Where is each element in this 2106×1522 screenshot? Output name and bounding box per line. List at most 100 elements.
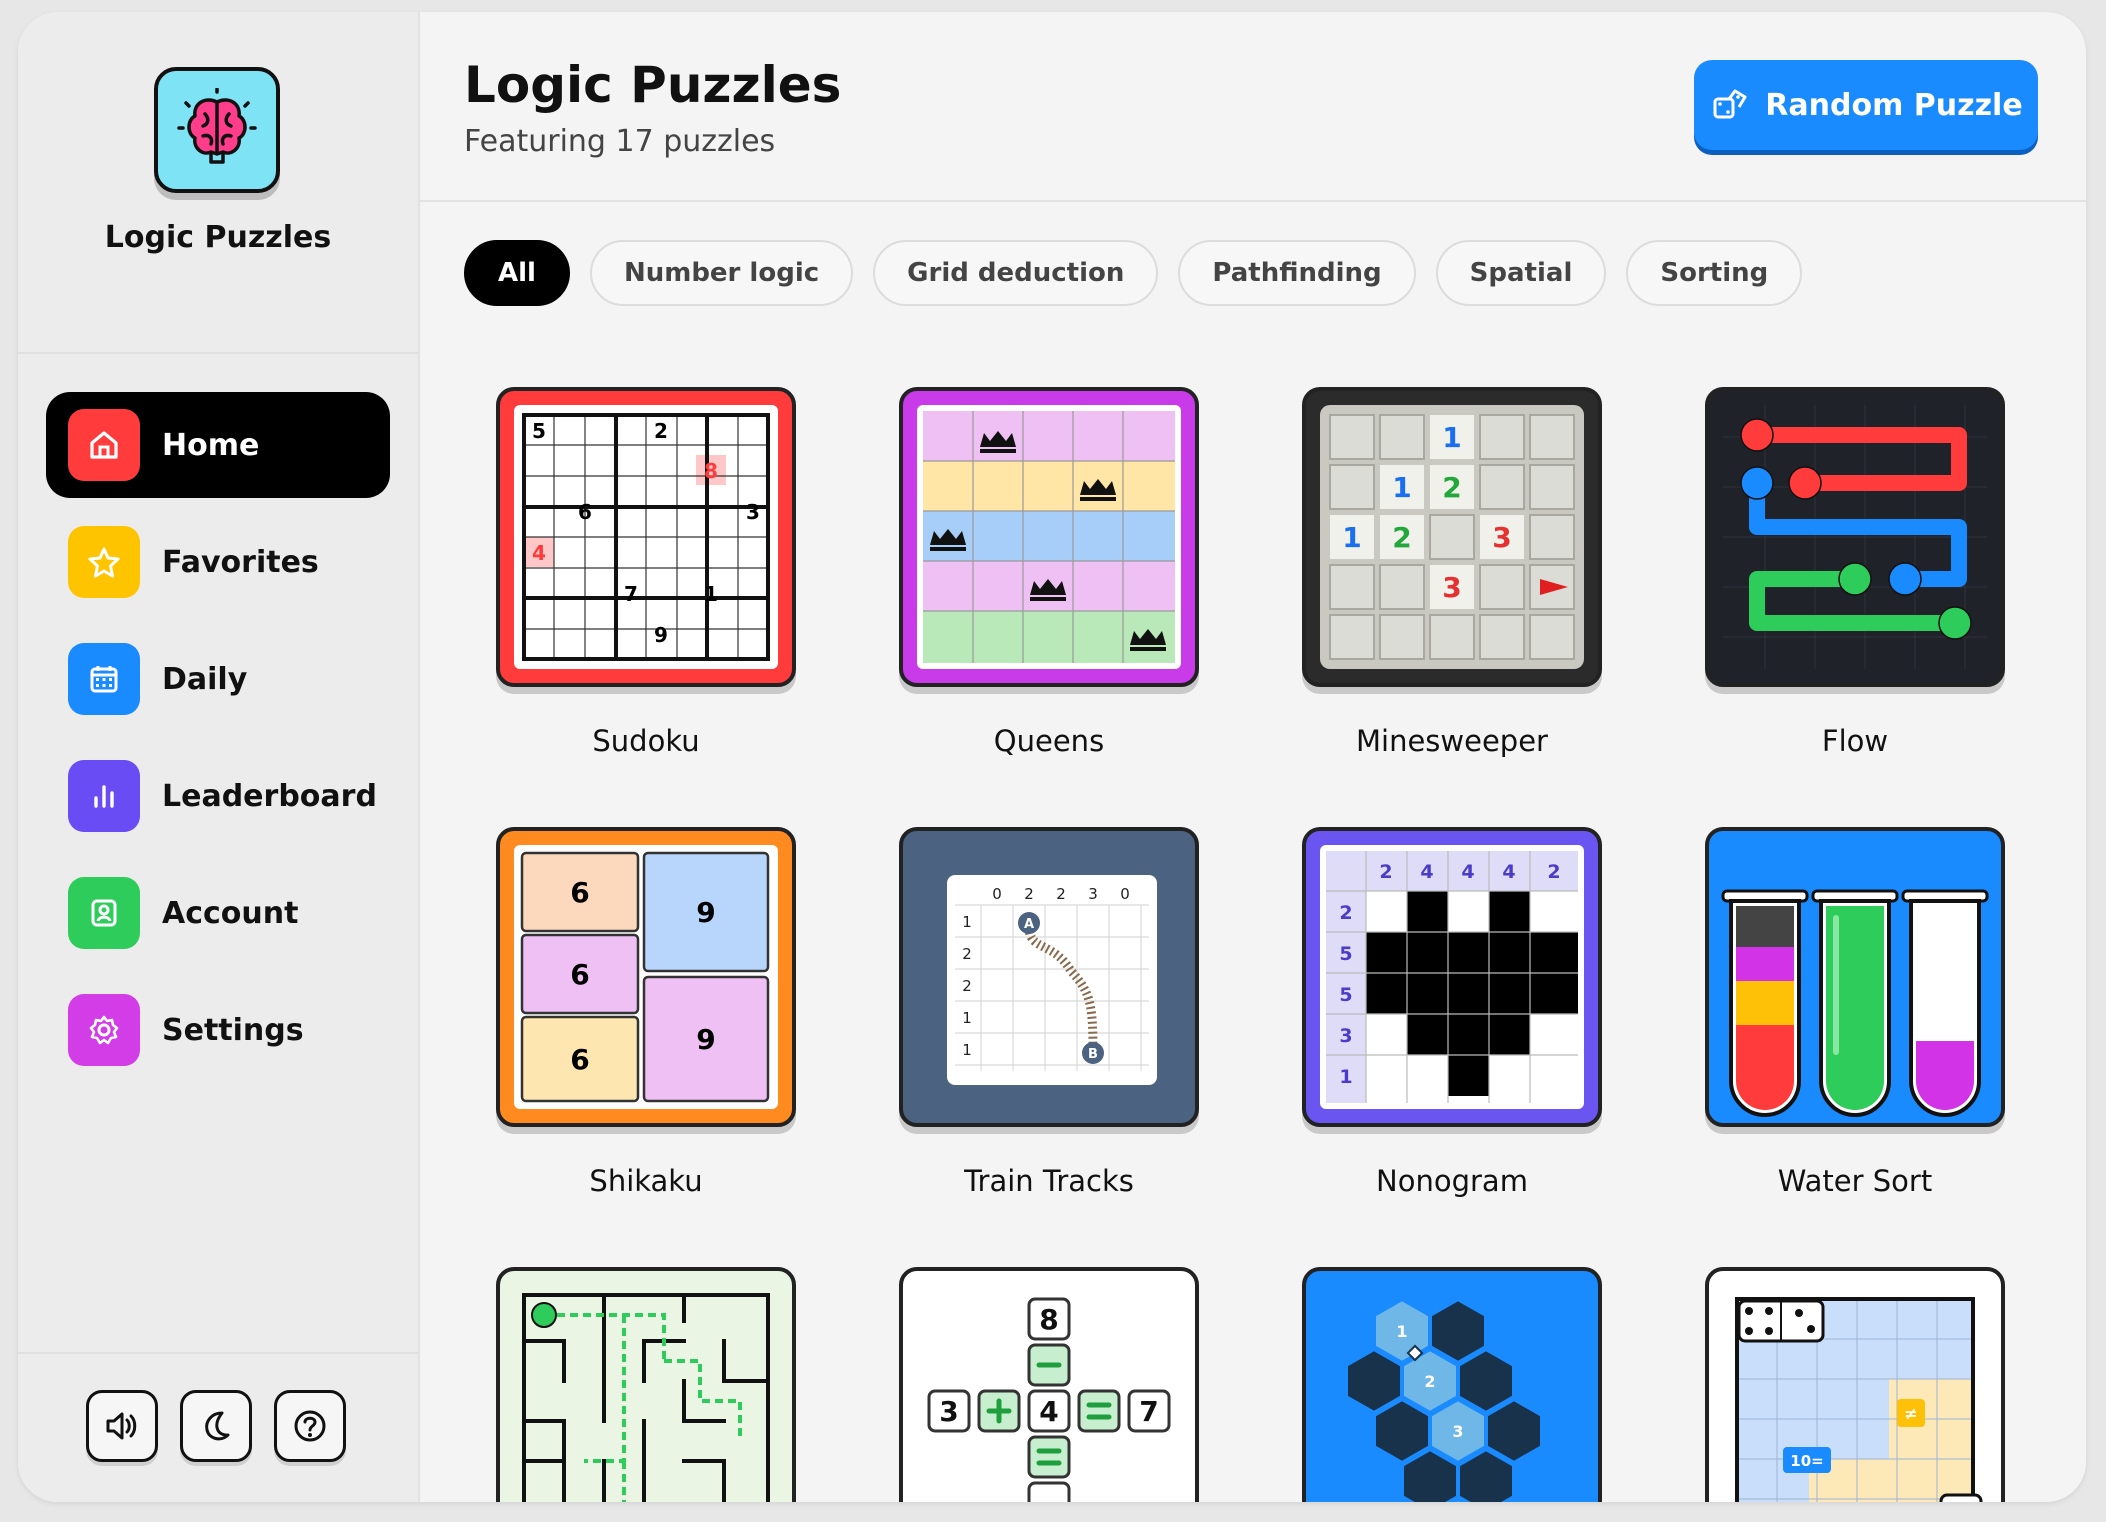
sidebar-item-home[interactable]: Home — [46, 392, 390, 498]
sidebar-item-favorites[interactable]: Favorites — [46, 509, 390, 615]
sudoku-digit: 2 — [654, 419, 668, 443]
column-clue: 3 — [1088, 885, 1098, 903]
puzzle-card-math[interactable]: 8 3 4 7 — [899, 1267, 1199, 1502]
filter-number-logic[interactable]: Number logic — [589, 240, 854, 306]
puzzle-name: Minesweeper — [1356, 724, 1548, 758]
shikaku-number: 6 — [570, 1043, 589, 1076]
track-end: B — [1088, 1047, 1098, 1062]
app-logo[interactable] — [154, 67, 280, 193]
puzzle-card-maze[interactable] — [496, 1267, 796, 1502]
random-puzzle-button[interactable]: Random Puzzle — [1694, 60, 2038, 150]
hex-number: 1 — [1396, 1322, 1407, 1341]
app-window: Logic Puzzles Home Favorites Daily Leade — [18, 12, 2086, 1502]
puzzle-card-shikaku[interactable]: 6 9 6 6 9 — [496, 827, 796, 1127]
hex-number: 3 — [1452, 1422, 1463, 1441]
filter-grid-deduction[interactable]: Grid deduction — [873, 240, 1159, 306]
brain-icon — [177, 88, 257, 164]
column-clue: 4 — [1461, 861, 1474, 883]
puzzle-card-minesweeper[interactable]: 1 1 2 1 2 3 3 — [1302, 387, 1602, 687]
row-clue: 2 — [962, 977, 972, 995]
sidebar: Logic Puzzles Home Favorites Daily Leade — [18, 12, 420, 1502]
column-clue: 4 — [1502, 861, 1515, 883]
calendar-icon — [68, 643, 140, 715]
sidebar-item-settings[interactable]: Settings — [46, 977, 390, 1083]
page-title: Logic Puzzles — [464, 56, 842, 114]
puzzle-card-flow[interactable] — [1705, 387, 2005, 687]
random-puzzle-label: Random Puzzle — [1765, 87, 2023, 123]
column-clue: 2 — [1379, 861, 1392, 883]
row-clue: 2 — [962, 945, 972, 963]
puzzle-card-dominosa[interactable]: ≠ 10= — [1705, 1267, 2005, 1502]
sum-constraint: 10= — [1790, 1452, 1823, 1470]
row-clue: 1 — [962, 913, 972, 931]
column-clue: 2 — [1056, 885, 1066, 903]
mine-count: 2 — [1442, 471, 1461, 504]
home-icon — [68, 409, 140, 481]
sidebar-item-label: Account — [162, 895, 299, 931]
sidebar-item-account[interactable]: Account — [46, 860, 390, 966]
moon-icon — [205, 1411, 230, 1441]
help-button[interactable] — [274, 1390, 346, 1462]
puzzle-card-hexagon[interactable]: 1 2 3 — [1302, 1267, 1602, 1502]
water-sort-thumbnail — [1721, 889, 1989, 1117]
sudoku-digit: 3 — [746, 500, 760, 524]
sudoku-digit: 5 — [532, 419, 546, 443]
app-title: Logic Puzzles — [104, 220, 332, 255]
puzzle-card-queens[interactable] — [899, 387, 1199, 687]
filter-sorting[interactable]: Sorting — [1626, 240, 1803, 306]
filter-all[interactable]: All — [464, 240, 570, 306]
track-start: A — [1024, 917, 1034, 932]
sudoku-thumbnail: 5 2 8 6 3 4 7 1 9 — [514, 405, 778, 669]
row-clue: 5 — [1339, 943, 1352, 965]
shikaku-thumbnail: 6 9 6 6 9 — [514, 845, 778, 1109]
puzzle-card-water-sort[interactable] — [1705, 827, 2005, 1127]
sudoku-digit: 1 — [704, 582, 718, 606]
row-clue: 3 — [1339, 1025, 1352, 1047]
mine-count: 1 — [1342, 521, 1361, 554]
math-thumbnail: 8 3 4 7 — [927, 1297, 1171, 1502]
sidebar-divider — [18, 352, 418, 354]
shikaku-number: 9 — [696, 1023, 715, 1056]
puzzle-card-sudoku[interactable]: 5 2 8 6 3 4 7 1 9 — [496, 387, 796, 687]
dark-mode-button[interactable] — [180, 1390, 252, 1462]
row-clue: 1 — [962, 1041, 972, 1059]
question-icon — [294, 1410, 326, 1442]
sudoku-digit: 9 — [654, 623, 668, 647]
math-number: 3 — [939, 1395, 958, 1428]
mine-count: 2 — [1392, 521, 1411, 554]
sound-button[interactable] — [86, 1390, 158, 1462]
puzzle-card-train-tracks[interactable]: 0 2 2 3 0 1 2 2 1 1 A B — [899, 827, 1199, 1127]
mine-count: 1 — [1442, 421, 1461, 454]
sudoku-digit: 7 — [624, 582, 638, 606]
tube — [1901, 889, 1989, 1117]
bar-chart-icon — [68, 760, 140, 832]
puzzle-name: Nonogram — [1376, 1164, 1528, 1198]
sidebar-item-daily[interactable]: Daily — [46, 626, 390, 732]
column-clue: 0 — [992, 885, 1002, 903]
mine-count: 3 — [1492, 521, 1511, 554]
not-equal-icon: ≠ — [1904, 1404, 1917, 1423]
minesweeper-thumbnail: 1 1 2 1 2 3 3 — [1320, 405, 1584, 669]
sudoku-digit: 8 — [704, 459, 718, 483]
shikaku-number: 9 — [696, 896, 715, 929]
sudoku-digit: 6 — [578, 500, 592, 524]
column-clue: 2 — [1547, 861, 1560, 883]
header-divider — [418, 200, 2086, 202]
filter-pathfinding[interactable]: Pathfinding — [1178, 240, 1416, 306]
column-clue: 0 — [1120, 885, 1130, 903]
puzzle-name: Train Tracks — [964, 1164, 1134, 1198]
puzzle-name: Shikaku — [589, 1164, 703, 1198]
user-card-icon — [68, 877, 140, 949]
nonogram-thumbnail: 2 4 4 4 2 2 5 5 3 1 — [1320, 845, 1584, 1109]
row-clue: 5 — [1339, 984, 1352, 1006]
flow-thumbnail — [1723, 405, 1987, 669]
sudoku-digit: 4 — [532, 541, 546, 565]
row-clue: 1 — [1339, 1066, 1352, 1088]
puzzle-card-nonogram[interactable]: 2 4 4 4 2 2 5 5 3 1 — [1302, 827, 1602, 1127]
gear-icon — [68, 994, 140, 1066]
filter-spatial[interactable]: Spatial — [1435, 240, 1607, 306]
shikaku-number: 6 — [570, 958, 589, 991]
sidebar-item-leaderboard[interactable]: Leaderboard — [46, 743, 390, 849]
math-number: 7 — [1139, 1395, 1158, 1428]
maze-thumbnail — [522, 1293, 770, 1502]
